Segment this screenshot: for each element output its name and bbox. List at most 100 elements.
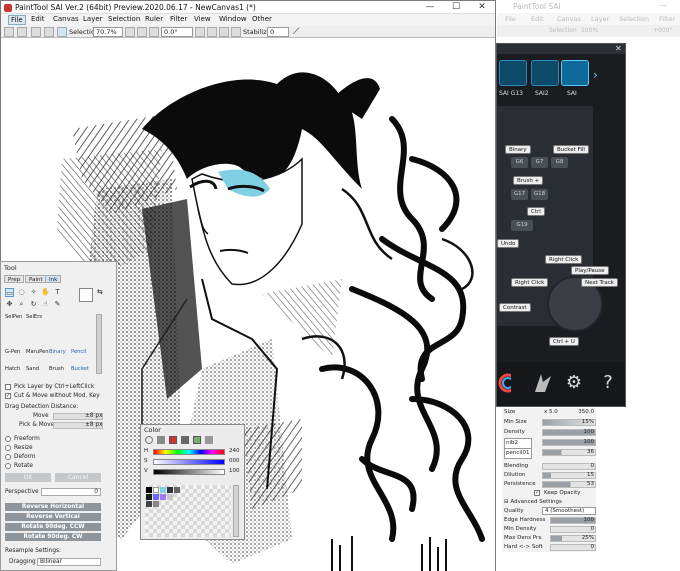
pick-layer-checkbox[interactable] xyxy=(5,384,11,390)
rect-select-icon[interactable]: ▭ xyxy=(5,288,14,297)
swatch-gray[interactable] xyxy=(174,487,180,493)
tab-paint[interactable]: Paint xyxy=(25,275,47,283)
cancel-button[interactable]: Cancel xyxy=(55,473,101,482)
rgb-mode-icon[interactable] xyxy=(157,436,165,444)
zoom-reset-icon[interactable] xyxy=(149,27,159,37)
deform-radio[interactable] xyxy=(5,454,11,460)
blending-row[interactable]: Blending 0 xyxy=(504,462,596,471)
key-g17[interactable]: G17 xyxy=(511,189,528,200)
zoom-field[interactable]: 70.7% xyxy=(93,27,123,37)
swatch-black[interactable] xyxy=(146,487,152,493)
stick-up-label[interactable]: Right Click xyxy=(545,255,583,264)
freeform-radio[interactable] xyxy=(5,436,11,442)
profile-tile-sai[interactable] xyxy=(561,60,589,86)
profile-tile-sai2[interactable] xyxy=(531,60,559,86)
persistence-row[interactable]: Persistence 53 xyxy=(504,480,596,489)
key-g6[interactable]: G6 xyxy=(511,157,528,168)
brush-bucket-label[interactable]: Bucket xyxy=(71,366,89,372)
gear-icon[interactable]: ⚙ xyxy=(563,372,585,394)
key-binary[interactable]: Binary xyxy=(505,145,531,154)
logo-icon[interactable] xyxy=(531,372,553,394)
rotate-reset-icon[interactable] xyxy=(219,27,229,37)
quality-select[interactable]: 4 (Smoothest) xyxy=(542,507,596,515)
eyedropper-icon[interactable]: ✎ xyxy=(53,300,62,309)
swatch-blue[interactable] xyxy=(153,494,159,500)
brush-pencil-label[interactable]: Pencil xyxy=(71,349,86,355)
swatch-midgray[interactable] xyxy=(153,501,159,507)
menu-ruler[interactable]: Ruler xyxy=(145,15,163,23)
swap-colors-icon[interactable]: ⇆ xyxy=(97,288,103,296)
advanced-settings-row[interactable]: ⊟ Advanced Settings xyxy=(504,498,596,507)
invert-selection-icon[interactable] xyxy=(44,27,54,37)
hard-soft-row[interactable]: Hard <-> Soft 0 xyxy=(504,543,596,552)
saturation-slider[interactable] xyxy=(153,459,225,465)
rotate-ccw-button[interactable]: Rotate 90deg. CCW xyxy=(5,523,101,531)
key-g19[interactable]: G19 xyxy=(511,220,533,231)
swatch-scrollbar[interactable] xyxy=(233,485,239,537)
mixer-mode-icon[interactable] xyxy=(181,436,189,444)
stick-contrast-label[interactable]: Contrast xyxy=(499,303,531,312)
maximize-button[interactable]: ☐ xyxy=(443,1,469,13)
color-wheel-icon[interactable] xyxy=(497,372,511,394)
min-size-row[interactable]: Min Size 15% xyxy=(504,418,596,427)
redo-icon[interactable] xyxy=(17,27,27,37)
reverse-vertical-button[interactable]: Reverse Vertical xyxy=(5,513,101,521)
swatch-lightgray[interactable] xyxy=(167,494,173,500)
brush-selers-label[interactable]: SelErs xyxy=(26,314,42,320)
primary-color-swatch[interactable] xyxy=(79,288,93,302)
rotate-icon[interactable]: ↻ xyxy=(29,300,38,309)
rotate-ccw-icon[interactable] xyxy=(195,27,205,37)
zoom-in-icon[interactable] xyxy=(137,27,147,37)
cut-move-checkbox[interactable]: ✓ xyxy=(5,393,11,399)
key-bucket-fill[interactable]: Bucket Fill xyxy=(553,145,589,154)
size-row[interactable]: Size x 5.0 350.0 xyxy=(504,408,596,417)
hsv-mode-icon[interactable] xyxy=(169,436,177,444)
zoom-icon[interactable]: ⌕ xyxy=(17,300,26,309)
brush-list-scrollbar[interactable] xyxy=(96,314,102,374)
scratchpad-mode-icon[interactable] xyxy=(205,436,213,444)
menu-filter[interactable]: Filter xyxy=(170,15,187,23)
brush-brush-label[interactable]: Brush xyxy=(49,366,64,372)
next-profile-chevron-icon[interactable]: › xyxy=(593,68,598,82)
magic-wand-icon[interactable]: ✧ xyxy=(29,288,38,297)
menu-canvas[interactable]: Canvas xyxy=(53,15,79,23)
texture-row[interactable]: pencil01 36 xyxy=(504,448,596,459)
hue-slider[interactable] xyxy=(153,449,225,455)
advanced-toggle-icon[interactable]: ⊟ xyxy=(504,499,509,505)
flip-icon[interactable] xyxy=(231,27,241,37)
minimize-button[interactable]: — xyxy=(417,1,443,13)
reverse-horizontal-button[interactable]: Reverse Horizontal xyxy=(5,503,101,511)
swatch-violet[interactable] xyxy=(160,494,166,500)
color-wheel-mode-icon[interactable] xyxy=(145,436,153,444)
swatch-darkgray[interactable] xyxy=(167,487,173,493)
help-icon[interactable]: ? xyxy=(597,372,619,394)
dragging-select[interactable]: Bilinear xyxy=(37,558,101,566)
rotate-cw-icon[interactable] xyxy=(207,27,217,37)
menu-edit[interactable]: Edit xyxy=(31,15,45,23)
hand-pan-icon[interactable]: ☝ xyxy=(41,300,50,309)
show-selection-icon[interactable] xyxy=(57,27,67,37)
zoom-out-icon[interactable] xyxy=(125,27,135,37)
gamepanel-close-icon[interactable]: ✕ xyxy=(615,44,622,53)
keep-opacity-checkbox[interactable]: ✓ xyxy=(534,490,540,496)
rotate-cw-button[interactable]: Rotate 90deg. CW xyxy=(5,533,101,541)
stick-play-label[interactable]: Play/Pause xyxy=(571,266,609,275)
value-slider[interactable] xyxy=(153,469,225,475)
size-multiplier[interactable]: x 5.0 xyxy=(544,408,558,417)
key-g8[interactable]: G8 xyxy=(551,157,568,168)
menu-file[interactable]: File xyxy=(8,15,26,25)
menu-view[interactable]: View xyxy=(194,15,211,23)
stick-left-label[interactable]: Right Click xyxy=(511,278,549,287)
menu-selection[interactable]: Selection xyxy=(108,15,140,23)
dilution-row[interactable]: Dilution 15 xyxy=(504,471,596,480)
key-ctrl[interactable]: Ctrl xyxy=(527,207,545,216)
rotation-field[interactable]: 0.0° xyxy=(161,27,193,37)
brush-gpen-label[interactable]: G-Pen xyxy=(5,349,20,355)
key-g7[interactable]: G7 xyxy=(531,157,548,168)
edge-hardness-row[interactable]: Edge Hardness 100 xyxy=(504,516,596,525)
resize-radio[interactable] xyxy=(5,445,11,451)
key-brush-plus[interactable]: Brush + xyxy=(513,176,544,185)
min-density-row[interactable]: Min Density 0 xyxy=(504,525,596,534)
quality-row[interactable]: Quality 4 (Smoothest) xyxy=(504,507,596,516)
close-button[interactable]: ✕ xyxy=(469,1,495,13)
